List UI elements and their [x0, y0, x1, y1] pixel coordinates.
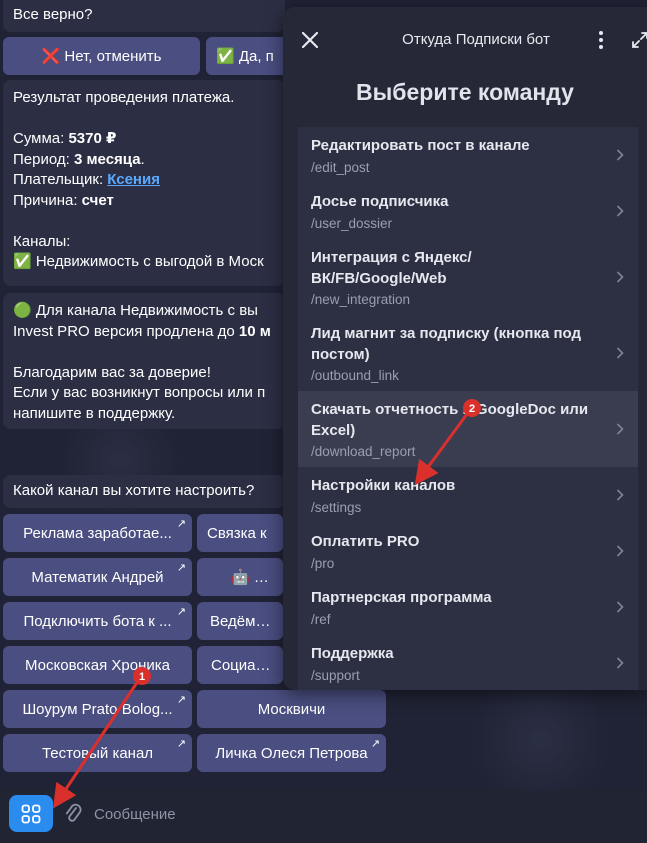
chevron-right-icon: [616, 271, 624, 283]
panel-header: Откуда Подписки бот: [283, 7, 647, 73]
extension-message: 🟢 Для канала Недвижимость с вы Invest PR…: [3, 293, 285, 429]
cancel-button-label: ❌ Нет, отменить: [41, 48, 162, 65]
command-item-support[interactable]: Поддержка /support: [298, 635, 638, 690]
confirm-button-label: ✅ Да, п: [216, 48, 274, 65]
chevron-right-icon: [616, 545, 624, 557]
confirm-button[interactable]: ✅ Да, п: [206, 37, 286, 75]
channel-button[interactable]: Шоурум Prato Bolog... ↗: [3, 690, 192, 728]
extension-line5: напишите в поддержку.: [13, 404, 176, 422]
confirm-message: Все верно?: [3, 0, 285, 32]
payer-link[interactable]: Ксения: [107, 171, 160, 188]
extension-line1: 🟢 Для канала Недвижимость с вы: [13, 302, 258, 319]
command-item-user-dossier[interactable]: Досье подписчика /user_dossier: [298, 183, 638, 239]
channel-question-message: Какой канал вы хотите настроить?: [3, 475, 285, 508]
open-link-icon: ↗: [176, 562, 186, 574]
chevron-right-icon: [616, 205, 624, 217]
channel-button[interactable]: Московская Хроника: [3, 646, 192, 684]
open-link-icon: ↗: [370, 738, 380, 750]
channel-button[interactable]: Реклама заработае... ↗: [3, 514, 192, 552]
chevron-right-icon: [616, 423, 624, 435]
more-options-icon[interactable]: [595, 29, 607, 51]
paperclip-icon[interactable]: [64, 803, 82, 825]
chevron-right-icon: [616, 656, 624, 669]
chevron-right-icon: [616, 489, 624, 501]
extension-line2: Invest PRO версия продлена до 10 м: [13, 322, 271, 340]
panel-title: Откуда Подписки бот: [402, 31, 550, 48]
payment-sum: Сумма: 5370 ₽: [13, 130, 117, 147]
extension-line4: Если у вас возникнут вопросы или п: [13, 384, 266, 401]
bot-command-panel: Откуда Подписки бот Выберите команду Ред…: [283, 7, 647, 690]
command-item-pro[interactable]: Оплатить PRO /pro: [298, 523, 638, 579]
channel-button[interactable]: Личка Олеся Петрова ↗: [197, 734, 386, 772]
channel-button[interactable]: Ведём на: [197, 602, 283, 640]
channel-button[interactable]: 🤖 Stag: [197, 558, 283, 596]
payment-payer: Плательщик: Ксения: [13, 171, 160, 188]
chevron-right-icon: [616, 347, 624, 359]
payment-reason: Причина: счет: [13, 191, 114, 209]
bot-menu-button[interactable]: [9, 795, 53, 832]
command-item-edit-post[interactable]: Редактировать пост в канале /edit_post: [298, 127, 638, 183]
channel-button[interactable]: Тестовый канал ↗: [3, 734, 192, 772]
chevron-right-icon: [616, 601, 624, 613]
grid-icon: [21, 804, 41, 823]
channel-button[interactable]: Подключить бота к ... ↗: [3, 602, 192, 640]
channel-button[interactable]: Связка к: [197, 514, 283, 552]
command-item-ref[interactable]: Партнерская программа /ref: [298, 579, 638, 635]
extension-line3: Благодарим вас за доверие!: [13, 363, 211, 381]
payment-title: Результат проведения платежа.: [13, 89, 235, 106]
message-input[interactable]: [92, 800, 616, 828]
confirm-question: Все верно?: [13, 6, 93, 23]
open-link-icon: ↗: [176, 738, 186, 750]
payment-result-message: Результат проведения платежа. Сумма: 537…: [3, 80, 285, 286]
command-list: Редактировать пост в канале /edit_post Д…: [298, 127, 638, 690]
chevron-right-icon: [616, 149, 624, 161]
close-icon[interactable]: [299, 29, 321, 51]
open-link-icon: ↗: [176, 518, 186, 530]
payment-channels-label: Каналы:: [13, 232, 71, 250]
cancel-button[interactable]: ❌ Нет, отменить: [3, 37, 200, 75]
command-item-outbound-link[interactable]: Лид магнит за подписку (кнопка под посто…: [298, 315, 638, 391]
command-item-settings[interactable]: Настройки каналов /settings: [298, 467, 638, 523]
payment-channel-item: ✅ Недвижимость с выгодой в Моск: [13, 253, 264, 270]
channel-question: Какой канал вы хотите настроить?: [13, 482, 255, 499]
command-item-new-integration[interactable]: Интеграция с Яндекс/ ВК/FB/Google/Web /n…: [298, 239, 638, 315]
expand-icon[interactable]: [631, 31, 647, 49]
channel-button[interactable]: Социальн: [197, 646, 283, 684]
channel-button[interactable]: Математик Андрей ↗: [3, 558, 192, 596]
channel-button[interactable]: Москвичи: [197, 690, 386, 728]
payment-period: Период: 3 месяца.: [13, 150, 145, 168]
command-item-download-report[interactable]: Скачать отчетность в GoogleDoc или Excel…: [298, 391, 638, 467]
panel-heading: Выберите команду: [356, 79, 574, 105]
open-link-icon: ↗: [176, 606, 186, 618]
open-link-icon: ↗: [176, 694, 186, 706]
